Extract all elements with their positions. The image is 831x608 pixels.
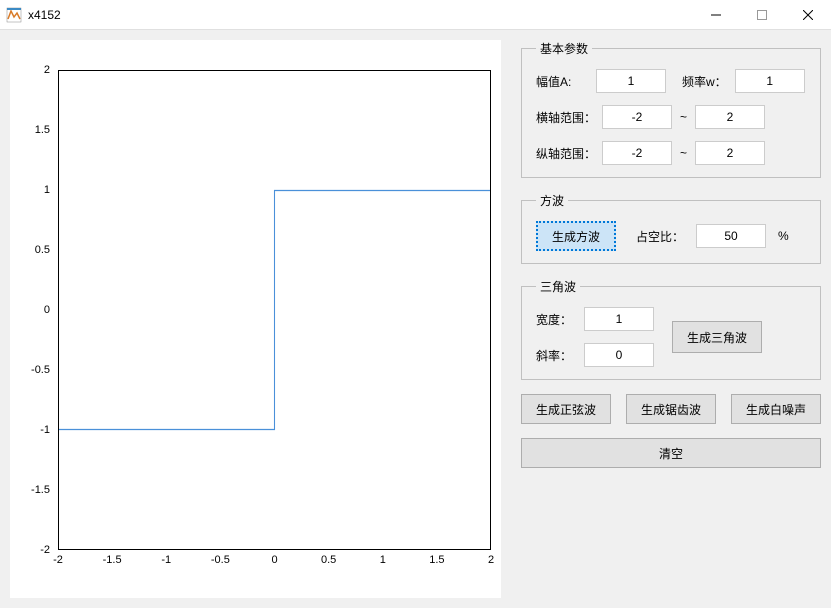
tri-width-label: 宽度： [536,311,576,328]
duty-label: 占空比： [636,228,684,245]
triangle-wave-group: 三角波 宽度： 斜率： 生成三角波 [521,278,821,380]
duty-pct: % [778,229,789,243]
xrange-label: 横轴范围： [536,109,594,126]
plot-line [59,71,490,549]
gen-square-button[interactable]: 生成方波 [536,221,616,251]
minimize-button[interactable] [693,0,739,30]
tri-width-input[interactable] [584,307,654,331]
plot-axes: 21.510.50-0.5-1-1.5-2 -2-1.5-1-0.500.511… [10,40,501,598]
square-wave-group: 方波 生成方波 占空比： % [521,192,821,264]
xmax-input[interactable] [695,105,765,129]
maximize-button[interactable] [739,0,785,30]
ymin-input[interactable] [602,141,672,165]
titlebar: x4152 [0,0,831,30]
app-icon [6,7,22,23]
window-title: x4152 [28,8,693,22]
x-axis-ticks: -2-1.5-1-0.500.511.52 [58,554,491,570]
ymax-input[interactable] [695,141,765,165]
gen-noise-button[interactable]: 生成白噪声 [731,394,821,424]
duty-input[interactable] [696,224,766,248]
amplitude-input[interactable] [596,69,666,93]
tri-slope-input[interactable] [584,343,654,367]
yrange-label: 纵轴范围： [536,145,594,162]
basic-legend: 基本参数 [536,40,592,57]
tri-slope-label: 斜率： [536,347,576,364]
gen-triangle-button[interactable]: 生成三角波 [672,321,762,353]
square-legend: 方波 [536,192,568,209]
amplitude-label: 幅值A: [536,73,588,90]
y-axis-ticks: 21.510.50-0.5-1-1.5-2 [10,70,54,550]
freq-label: 频率w： [682,73,727,90]
gen-sine-button[interactable]: 生成正弦波 [521,394,611,424]
freq-input[interactable] [735,69,805,93]
close-button[interactable] [785,0,831,30]
xrange-tilde: ~ [680,110,687,124]
xmin-input[interactable] [602,105,672,129]
clear-button[interactable]: 清空 [521,438,821,468]
basic-params-group: 基本参数 幅值A: 频率w： 横轴范围： ~ 纵轴范围： ~ [521,40,821,178]
gen-sawtooth-button[interactable]: 生成锯齿波 [626,394,716,424]
yrange-tilde: ~ [680,146,687,160]
triangle-legend: 三角波 [536,278,580,295]
